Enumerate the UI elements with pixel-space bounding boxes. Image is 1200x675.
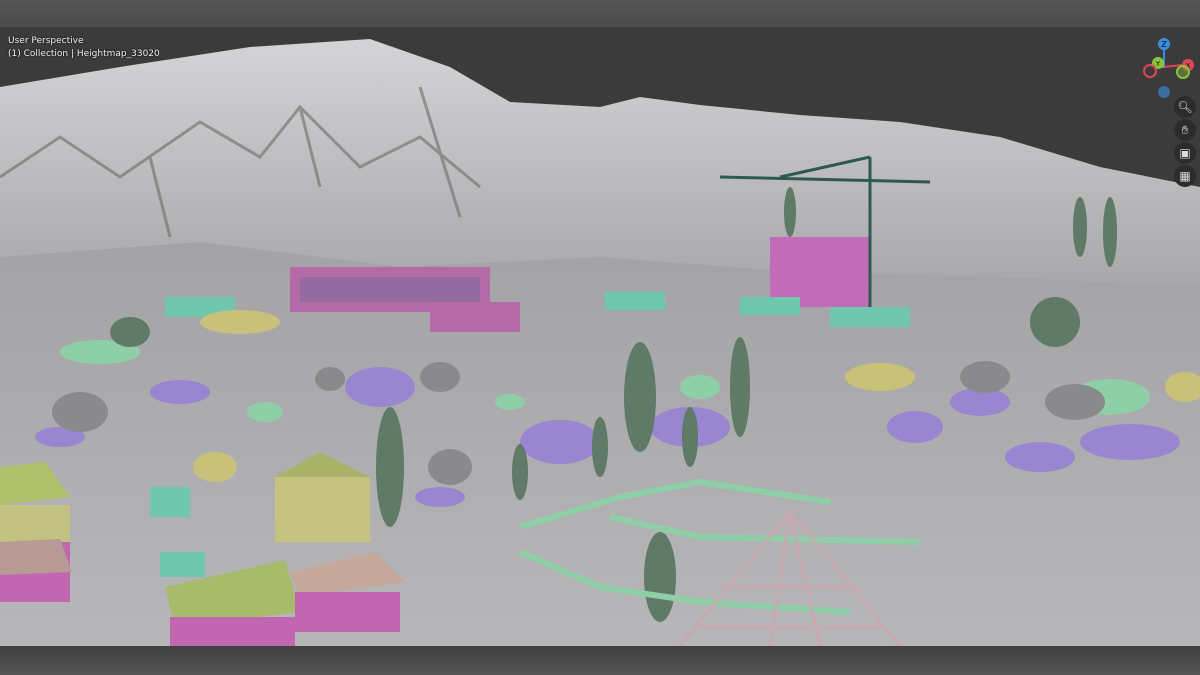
grid-ortho-icon[interactable]: ▦ (1174, 165, 1196, 187)
gizmo-neg-x (1143, 64, 1157, 78)
gizmo-y-label: Y (1155, 60, 1161, 68)
camera-icon[interactable]: ▣ (1174, 142, 1196, 164)
navigation-gizmo[interactable]: Z X Y (1136, 35, 1196, 105)
top-bar (0, 0, 1200, 27)
hand-pan-icon[interactable]: ✋︎ (1174, 119, 1196, 141)
collection-label: (1) Collection | Heightmap_33020 (8, 49, 160, 59)
view-mode-label: User Perspective (8, 36, 84, 46)
viewport-info: User Perspective (1) Collection | Height… (8, 35, 160, 61)
3d-viewport[interactable]: User Perspective (1) Collection | Height… (0, 27, 1200, 646)
gizmo-neg-z (1158, 86, 1170, 98)
zoom-icon[interactable]: 🔍︎ (1174, 96, 1196, 118)
gizmo-z-label: Z (1161, 40, 1167, 49)
bottom-bar (0, 646, 1200, 675)
gizmo-neg-y (1176, 65, 1190, 79)
terrain-scene (0, 39, 1200, 646)
